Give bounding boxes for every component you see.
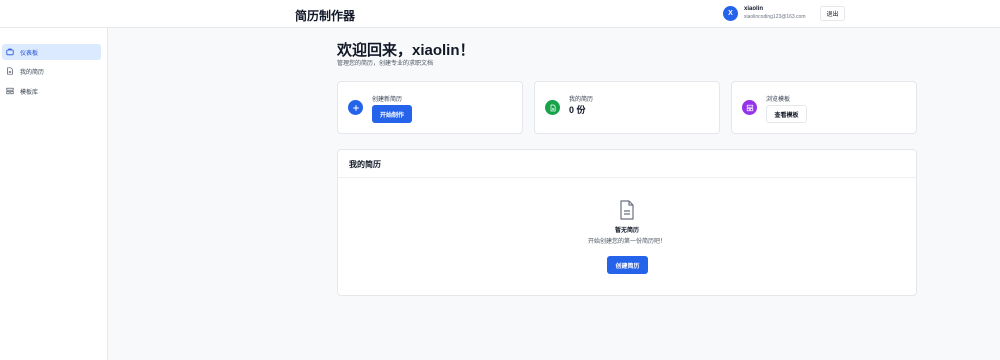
divider [338,177,916,178]
dashboard-icon [6,48,14,56]
empty-state-title: 暂无简历 [614,228,639,234]
view-templates-button[interactable]: 查看模板 [766,105,807,123]
top-header: 简历制作器 X xiaolin xiaolincoding123@163.com… [0,0,1000,28]
empty-document-icon [620,200,634,220]
browse-templates-card: 浏览模板 查看模板 [731,81,917,134]
resume-list-panel: 我的简历 暂无简历 开始创建您的第一份简历吧！ 创建简历 [337,149,917,296]
app-title: 简历制作器 [295,9,356,23]
card-label: 创建新简历 [372,97,403,103]
card-label: 我的简历 [569,97,594,103]
template-icon [6,87,14,95]
my-resumes-card: 我的简历 0 份 [534,81,720,134]
sidebar-item-templates[interactable]: 模板库 [2,83,101,99]
resume-count: 0 份 [569,105,586,115]
page-subtitle: 管理您的简历，创建专业的求职文档 [337,61,434,67]
user-name: xiaolin [744,6,764,12]
plus-icon [348,100,363,115]
sidebar-item-label: 我的简历 [20,69,45,76]
sidebar-item-dashboard[interactable]: 仪表板 [2,44,101,60]
document-icon [545,100,560,115]
template-icon [742,100,757,115]
sidebar-item-my-resumes[interactable]: 我的简历 [2,63,101,79]
sidebar-item-label: 模板库 [20,89,39,96]
create-resume-button[interactable]: 创建简历 [607,256,648,274]
avatar[interactable]: X [723,6,738,21]
sidebar: 仪表板 我的简历 模板库 [0,28,108,360]
user-email: xiaolincoding123@163.com [744,14,806,20]
logout-button[interactable]: 退出 [820,6,845,21]
sidebar-item-label: 仪表板 [20,50,39,57]
page-title: 欢迎回来，xiaolin！ [337,42,475,59]
card-label: 浏览模板 [766,97,791,103]
start-create-button[interactable]: 开始制作 [372,105,412,123]
create-resume-card: 创建新简历 开始制作 [337,81,523,134]
document-icon [6,67,14,75]
empty-state-description: 开始创建您的第一份简历吧！ [587,239,666,245]
panel-title: 我的简历 [349,160,381,169]
